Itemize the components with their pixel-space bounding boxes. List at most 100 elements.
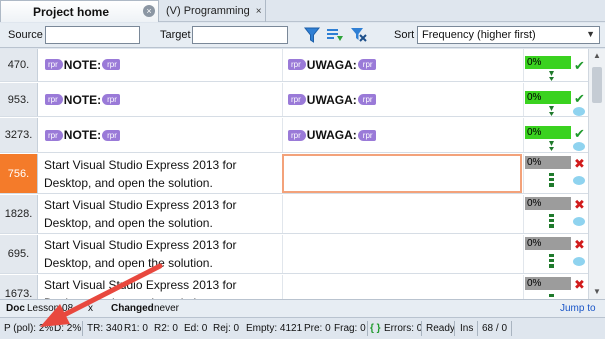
level-bar-icon bbox=[549, 214, 554, 228]
segment-number: 1828. bbox=[0, 195, 38, 233]
source-cell: rpr NOTE: rpr bbox=[40, 49, 280, 81]
check-icon[interactable]: ✔ bbox=[574, 58, 585, 74]
close-icon[interactable]: × bbox=[143, 5, 155, 17]
document-info-bar: Doc Lesson 08 x Changed never Jump to bbox=[0, 299, 605, 317]
table-row[interactable]: 470. rpr NOTE: rpr rpr UWAGA: rpr 0% ✔ bbox=[0, 49, 588, 82]
source-filter-input[interactable] bbox=[45, 26, 140, 44]
cross-icon[interactable]: ✖ bbox=[574, 277, 585, 293]
merge-arrow-icon bbox=[549, 71, 554, 81]
target-cell[interactable]: rpr UWAGA: rpr bbox=[282, 83, 522, 116]
match-status: 0% bbox=[523, 118, 571, 152]
tag-marker: rpr bbox=[45, 94, 63, 105]
segment-number: 3273. bbox=[0, 118, 38, 152]
chevron-down-icon: ▼ bbox=[586, 29, 595, 39]
row-actions: ✖ bbox=[571, 235, 588, 273]
sort-select[interactable]: Frequency (higher first) ▼ bbox=[417, 26, 600, 44]
tag-marker: rpr bbox=[102, 59, 120, 70]
doc-label: Doc bbox=[6, 303, 25, 314]
filter-options-icon[interactable] bbox=[326, 26, 344, 44]
status-tr: TR: 340 bbox=[87, 323, 123, 334]
changed-label: Changed bbox=[111, 303, 154, 314]
status-separator bbox=[82, 321, 83, 336]
source-text: NOTE: bbox=[63, 92, 102, 107]
segment-number: 695. bbox=[0, 235, 38, 273]
segment-number: 470. bbox=[0, 49, 38, 81]
status-empty: Empty: 4121 bbox=[246, 323, 303, 334]
scroll-thumb[interactable] bbox=[592, 67, 602, 103]
source-cell: rpr NOTE: rpr bbox=[40, 118, 280, 152]
cross-icon[interactable]: ✖ bbox=[574, 237, 585, 253]
target-cell[interactable] bbox=[282, 275, 522, 299]
doc-value: Lesson 08 bbox=[27, 303, 74, 314]
status-r1: R1: 0 bbox=[124, 323, 148, 334]
row-actions: ✖ bbox=[571, 275, 588, 299]
target-cell[interactable] bbox=[282, 195, 522, 233]
match-status: 0% bbox=[523, 195, 571, 233]
table-row[interactable]: 3273. rpr NOTE: rpr rpr UWAGA: rpr 0% ✔ bbox=[0, 118, 588, 153]
row-actions: ✔ bbox=[571, 83, 588, 116]
braces-icon: { } bbox=[370, 323, 381, 334]
table-row-current[interactable]: 756. Start Visual Studio Express 2013 fo… bbox=[0, 154, 588, 194]
tab-label: (V) Programming bbox=[166, 5, 250, 17]
check-icon[interactable]: ✔ bbox=[574, 91, 585, 107]
cross-icon[interactable]: ✖ bbox=[574, 156, 585, 172]
merge-arrow-icon bbox=[549, 141, 554, 151]
table-row[interactable]: 953. rpr NOTE: rpr rpr UWAGA: rpr 0% ✔ bbox=[0, 83, 588, 117]
source-cell: Start Visual Studio Express 2013 for Des… bbox=[44, 198, 237, 230]
tag-marker: rpr bbox=[102, 129, 120, 141]
clear-filter-icon[interactable] bbox=[350, 26, 368, 44]
target-cell[interactable]: rpr UWAGA: rpr bbox=[282, 118, 522, 152]
close-icon[interactable]: × bbox=[256, 6, 262, 17]
filter-toolbar: Source Target Sort Frequency (higher fir… bbox=[0, 23, 605, 48]
doc-suffix: x bbox=[88, 303, 93, 314]
comment-icon[interactable] bbox=[573, 257, 585, 266]
comment-icon[interactable] bbox=[573, 176, 585, 185]
row-actions: ✖ bbox=[571, 154, 588, 193]
sort-label: Sort bbox=[394, 29, 415, 41]
target-cell[interactable] bbox=[282, 235, 522, 273]
table-row[interactable]: 1673. Start Visual Studio Express 2013 f… bbox=[0, 275, 588, 299]
tab-programming[interactable]: (V) Programming × bbox=[160, 0, 266, 22]
comment-icon[interactable] bbox=[573, 142, 585, 151]
match-percent: 0% bbox=[525, 237, 571, 250]
cross-icon[interactable]: ✖ bbox=[574, 197, 585, 213]
tab-bar: Project home × (V) Programming × bbox=[0, 0, 605, 22]
status-progress-d: D: 2% bbox=[54, 323, 82, 334]
level-bar-icon bbox=[549, 173, 554, 187]
tag-marker: rpr bbox=[357, 59, 376, 70]
status-rej: Rej: 0 bbox=[213, 323, 240, 334]
segment-number: 953. bbox=[0, 83, 38, 116]
jump-to-link[interactable]: Jump to bbox=[560, 303, 596, 314]
match-percent: 0% bbox=[525, 277, 571, 290]
tab-project-home[interactable]: Project home × bbox=[0, 0, 159, 22]
status-ed: Ed: 0 bbox=[184, 323, 208, 334]
match-percent: 0% bbox=[525, 56, 571, 69]
table-row[interactable]: 1828. Start Visual Studio Express 2013 f… bbox=[0, 195, 588, 234]
comment-icon[interactable] bbox=[573, 217, 585, 226]
filter-icon[interactable] bbox=[303, 26, 321, 44]
source-cell: rpr NOTE: rpr bbox=[40, 83, 280, 116]
match-status: 0% bbox=[523, 83, 571, 116]
target-editor[interactable] bbox=[282, 154, 522, 193]
table-row[interactable]: 695. Start Visual Studio Express 2013 fo… bbox=[0, 235, 588, 274]
row-actions: ✔ bbox=[571, 118, 588, 152]
check-icon[interactable]: ✔ bbox=[574, 126, 585, 142]
match-status: 0% bbox=[523, 49, 571, 81]
tag-marker: rpr bbox=[45, 59, 63, 70]
target-cell[interactable]: rpr UWAGA: rpr bbox=[282, 49, 522, 81]
scroll-up-icon[interactable]: ▲ bbox=[589, 49, 605, 63]
row-actions: ✔ bbox=[571, 49, 588, 81]
scroll-down-icon[interactable]: ▼ bbox=[589, 285, 605, 299]
source-cell: Start Visual Studio Express 2013 for Des… bbox=[44, 238, 237, 270]
source-text: NOTE: bbox=[63, 128, 102, 142]
vertical-scrollbar[interactable]: ▲ ▼ bbox=[588, 49, 605, 299]
comment-icon[interactable] bbox=[573, 107, 585, 116]
match-percent: 0% bbox=[525, 126, 571, 139]
tag-marker: rpr bbox=[357, 94, 376, 105]
status-separator bbox=[367, 321, 368, 336]
status-errors[interactable]: Errors: 0 bbox=[384, 323, 422, 334]
source-cell: Start Visual Studio Express 2013 for Des… bbox=[44, 157, 237, 190]
match-percent: 0% bbox=[525, 91, 571, 104]
target-filter-input[interactable] bbox=[192, 26, 288, 44]
segment-number: 756. bbox=[0, 154, 38, 193]
